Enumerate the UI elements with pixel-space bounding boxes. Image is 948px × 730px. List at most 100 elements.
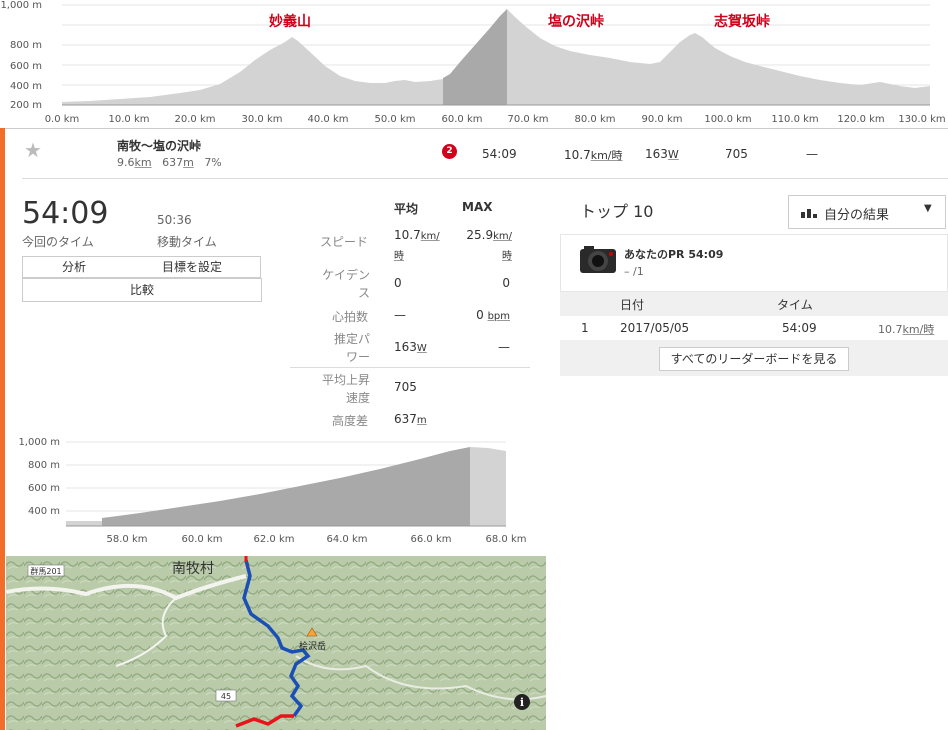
peak-label: 塩の沢峠 — [548, 13, 604, 30]
x-tick: 100.0 km — [704, 114, 751, 125]
x-tick: 66.0 km — [411, 534, 452, 545]
chevron-down-icon: ▼ — [924, 203, 932, 214]
stats-col-avg: 平均 — [394, 202, 419, 216]
y-tick: 800 m — [10, 40, 42, 51]
stat-label: ケイデンス — [322, 268, 370, 300]
x-tick: 58.0 km — [107, 534, 148, 545]
x-tick: 64.0 km — [327, 534, 368, 545]
x-tick: 60.0 km — [182, 534, 223, 545]
x-tick: 68.0 km — [486, 534, 527, 545]
segment-vam: 705 — [725, 147, 748, 161]
x-tick: 30.0 km — [242, 114, 283, 125]
mountain-label: 桧沢岳 — [299, 640, 326, 652]
results-dropdown-label: 自分の結果 — [824, 208, 890, 223]
x-tick: 120.0 km — [837, 114, 884, 125]
route-badge-label: 群馬201 — [30, 566, 61, 576]
stats-col-max: MAX — [462, 200, 493, 214]
segment-elevation-chart[interactable]: 1,000 m 800 m 600 m 400 m 58.0 km 60.0 k… — [0, 434, 530, 550]
stat-label: 心拍数 — [331, 310, 368, 324]
peak-label: 志賀坂峠 — [714, 13, 770, 30]
pr-sub: – /1 — [624, 265, 644, 278]
x-tick: 20.0 km — [175, 114, 216, 125]
overview-x-axis: 0.0 km 10.0 km 20.0 km 30.0 km 40.0 km 5… — [45, 114, 946, 125]
compare-button[interactable]: 比較 — [22, 278, 262, 302]
overview-elevation-chart[interactable]: 1,000 m 800 m 600 m 400 m 200 m 0 m 妙義山 … — [0, 0, 948, 128]
elapsed-time: 54:09 — [22, 196, 109, 231]
stat-avg-hr: — — [394, 308, 406, 322]
segment-name[interactable]: 南牧～塩の沢峠 — [117, 137, 201, 154]
stat-max-cadence: 0 — [502, 276, 510, 290]
segment-hr: — — [806, 147, 818, 161]
selected-segment-indicator — [0, 128, 5, 730]
row-time: 54:09 — [782, 321, 817, 335]
col-date: 日付 — [620, 298, 645, 312]
terrain-background — [6, 556, 546, 730]
col-time: タイム — [777, 298, 813, 312]
rank-badge: 2 — [442, 144, 457, 159]
x-tick: 60.0 km — [442, 114, 483, 125]
segment-speed: 10.7km/時 — [564, 148, 623, 162]
x-tick: 80.0 km — [575, 114, 616, 125]
y-tick: 800 m — [28, 460, 60, 471]
y-tick: 600 m — [10, 61, 42, 72]
analysis-button[interactable]: 分析 — [22, 256, 126, 278]
road-badge-label: 45 — [221, 692, 231, 701]
stat-max-hr: 0 bpm — [476, 308, 510, 322]
pr-text: あなたのPR 54:09 — [624, 248, 724, 261]
segment-x-axis: 58.0 km 60.0 km 62.0 km 64.0 km 66.0 km … — [107, 534, 527, 545]
village-label: 南牧村 — [172, 561, 214, 577]
segment-map[interactable]: 群馬201 南牧村 桧沢岳 45 i — [6, 556, 546, 730]
top10-title: トップ 10 — [580, 202, 654, 221]
set-goal-button[interactable]: 目標を設定 — [124, 256, 261, 278]
stat-max-power: — — [498, 340, 510, 354]
x-tick: 62.0 km — [254, 534, 295, 545]
moving-time-label: 移動タイム — [157, 235, 217, 249]
overview-y-axis: 1,000 m 800 m 600 m 400 m 200 m 0 m — [0, 0, 42, 111]
star-icon[interactable]: ★ — [24, 138, 42, 162]
table-row[interactable]: 1 2017/05/05 54:09 10.7km/時 — [560, 316, 948, 340]
y-tick: 1,000 m — [18, 437, 60, 448]
segment-meta: 9.6km 637m 7% — [117, 156, 222, 169]
y-tick: 1,000 m — [0, 0, 42, 11]
x-tick: 130.0 km — [898, 114, 945, 125]
y-tick: 200 m — [10, 100, 42, 111]
pr-card — [560, 234, 948, 292]
overview-segment-area — [443, 9, 507, 105]
stat-avg-power: 163W — [394, 340, 427, 354]
stat-elev-diff: 637m — [394, 412, 427, 426]
x-tick: 110.0 km — [771, 114, 818, 125]
y-tick: 400 m — [28, 506, 60, 517]
x-tick: 70.0 km — [508, 114, 549, 125]
stat-avg-speed: 10.7km/時 — [394, 228, 440, 262]
x-tick: 90.0 km — [642, 114, 683, 125]
x-tick: 50.0 km — [375, 114, 416, 125]
stat-avg-cadence: 0 — [394, 276, 402, 290]
info-icon-glyph: i — [520, 696, 524, 709]
x-tick: 40.0 km — [308, 114, 349, 125]
elapsed-time-label: 今回のタイム — [22, 235, 94, 249]
stat-label: 推定パワー — [333, 332, 370, 364]
segment-power: 163W — [645, 147, 679, 161]
view-all-leaderboards-button[interactable]: すべてのリーダーボードを見る — [659, 347, 849, 371]
row-date: 2017/05/05 — [620, 321, 690, 335]
moving-time: 50:36 — [157, 213, 192, 227]
segment-time: 54:09 — [482, 147, 517, 161]
y-tick: 600 m — [28, 483, 60, 494]
stat-label: スピード — [319, 235, 368, 249]
segment-main-area — [102, 447, 470, 526]
stat-label: 高度差 — [331, 414, 368, 428]
overview-elevation-area — [62, 37, 443, 105]
row-rank: 1 — [581, 321, 589, 335]
peak-label: 妙義山 — [269, 13, 311, 30]
segment-y-axis: 1,000 m 800 m 600 m 400 m — [18, 437, 60, 517]
segment-pre-area — [66, 521, 102, 526]
stat-max-speed: 25.9km/時 — [466, 228, 512, 262]
x-tick: 10.0 km — [109, 114, 150, 125]
segment-post-area — [470, 447, 506, 526]
y-tick: 400 m — [10, 81, 42, 92]
results-dropdown[interactable]: 自分の結果 ▼ — [788, 195, 946, 229]
stat-label: 平均上昇速度 — [321, 373, 370, 405]
stat-vam: 705 — [394, 380, 417, 394]
x-tick: 0.0 km — [45, 114, 80, 125]
avatar[interactable] — [578, 243, 618, 277]
